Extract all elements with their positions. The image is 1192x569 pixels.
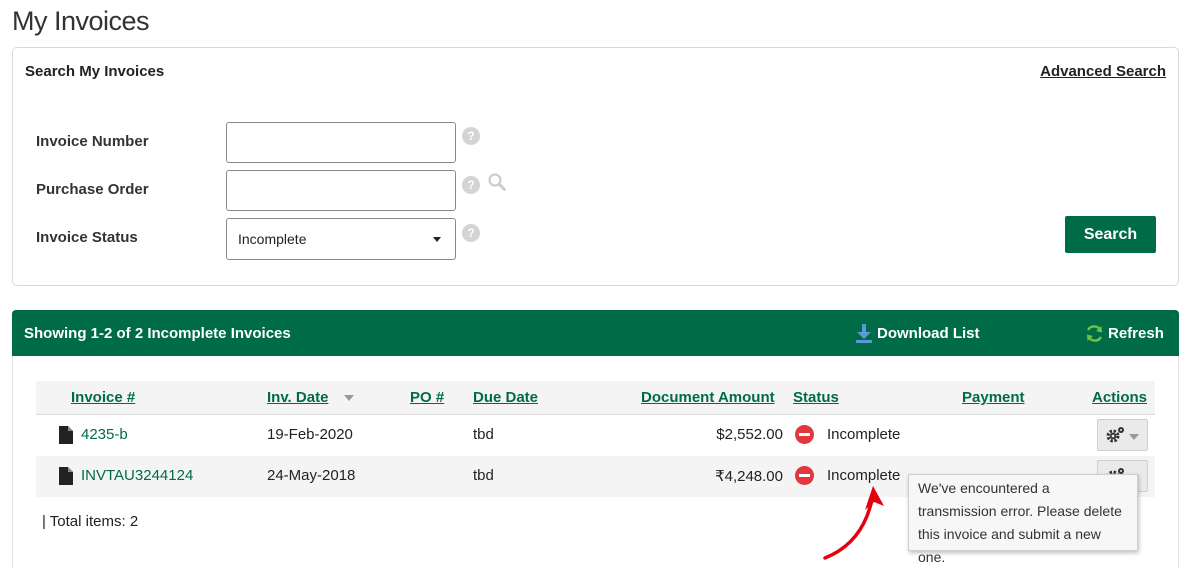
table-row: 4235-b 19-Feb-2020 tbd $2,552.00 Incompl… [36, 415, 1155, 456]
search-icon[interactable] [487, 172, 507, 192]
red-arrow-icon [823, 486, 884, 560]
actions-menu-button[interactable] [1097, 419, 1148, 451]
sort-descending-icon[interactable] [344, 395, 354, 401]
chevron-down-icon [1129, 434, 1139, 440]
purchase-order-label: Purchase Order [36, 181, 149, 198]
advanced-search-link[interactable]: Advanced Search [1040, 63, 1166, 80]
invoice-date: 19-Feb-2020 [267, 426, 353, 443]
search-button[interactable]: Search [1065, 216, 1156, 253]
gear-icon [1106, 427, 1124, 443]
refresh-icon [1086, 325, 1103, 342]
invoice-status-select[interactable]: Incomplete [226, 218, 456, 260]
results-summary: Showing 1-2 of 2 Incomplete Invoices [24, 325, 291, 342]
invoice-number-input[interactable] [226, 122, 456, 163]
column-header-amount[interactable]: Document Amount [641, 389, 775, 406]
invoice-status-label: Invoice Status [36, 229, 138, 246]
document-icon [59, 467, 73, 485]
invoice-status-selected: Incomplete [238, 231, 307, 247]
total-items: | Total items: 2 [42, 513, 139, 530]
download-icon [856, 324, 872, 343]
document-icon [59, 426, 73, 444]
invoice-number-label: Invoice Number [36, 133, 149, 150]
no-entry-icon [795, 425, 814, 444]
status-text[interactable]: Incomplete [827, 426, 900, 443]
chevron-down-icon [433, 237, 441, 242]
status-text[interactable]: Incomplete [827, 467, 900, 484]
download-list-button[interactable]: Download List [855, 324, 980, 343]
document-amount: $2,552.00 [716, 426, 783, 443]
column-header-inv-date[interactable]: Inv. Date [267, 389, 328, 406]
refresh-label: Refresh [1108, 325, 1164, 342]
column-header-actions[interactable]: Actions [1092, 389, 1147, 406]
purchase-order-help-icon[interactable]: ? [462, 176, 480, 194]
column-header-po[interactable]: PO # [410, 389, 444, 406]
column-header-due-date[interactable]: Due Date [473, 389, 538, 406]
due-date: tbd [473, 467, 494, 484]
column-header-payment[interactable]: Payment [962, 389, 1025, 406]
page-title: My Invoices [12, 6, 150, 36]
search-panel-title: Search My Invoices [25, 63, 165, 80]
invoice-status-help-icon[interactable]: ? [462, 224, 480, 242]
search-panel: Search My Invoices Advanced Search Invoi… [12, 47, 1179, 286]
download-list-label: Download List [877, 325, 980, 342]
table-header: Invoice # Inv. Date PO # Due Date Docume… [36, 381, 1155, 415]
no-entry-icon [795, 466, 814, 485]
column-header-invoice[interactable]: Invoice # [71, 389, 135, 406]
purchase-order-input[interactable] [226, 170, 456, 211]
invoice-number-link[interactable]: INVTAU3244124 [81, 467, 193, 484]
invoice-number-link[interactable]: 4235-b [81, 426, 128, 443]
document-amount: ₹4,248.00 [715, 468, 783, 485]
results-header-bar: Showing 1-2 of 2 Incomplete Invoices Dow… [12, 310, 1179, 356]
invoice-date: 24-May-2018 [267, 467, 356, 484]
status-tooltip: We've encountered a transmission error. … [908, 474, 1138, 565]
column-header-status[interactable]: Status [793, 389, 839, 406]
refresh-button[interactable]: Refresh [1085, 324, 1164, 343]
due-date: tbd [473, 426, 494, 443]
invoice-number-help-icon[interactable]: ? [462, 127, 480, 145]
